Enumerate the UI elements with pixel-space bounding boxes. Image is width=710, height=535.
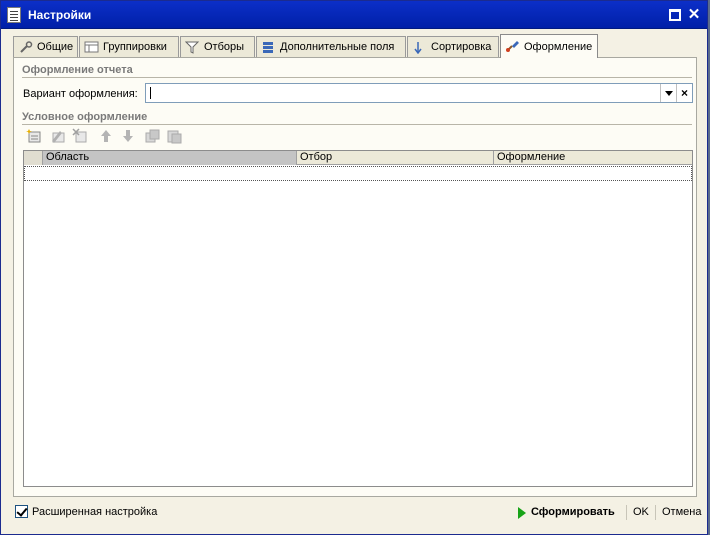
filter-icon [184,41,201,54]
conditional-appearance-title: Условное оформление [22,111,148,123]
move-up-icon[interactable] [98,128,114,144]
sort-icon [412,41,428,54]
title-bar[interactable]: Настройки ✕ [1,1,707,29]
tab-filters[interactable]: Отборы [180,36,255,57]
settings-document-icon [7,7,21,23]
close-icon[interactable]: ✕ [687,7,701,22]
section-divider [22,77,692,78]
footer-bar: Расширенная настройка Сформировать OK От… [1,501,707,523]
report-appearance-title: Оформление отчета [22,64,133,76]
column-header-filter[interactable]: Отбор [297,151,494,165]
variant-combobox[interactable]: × [145,83,693,103]
section-divider [22,124,692,125]
footer-separator [655,505,656,520]
delete-icon[interactable] [72,128,88,144]
paste-icon[interactable] [166,128,182,144]
table-header: Область Отбор Оформление [24,151,692,165]
fields-icon [261,41,277,54]
window-title: Настройки [28,8,92,22]
tab-groupings[interactable]: Группировки [79,36,179,57]
groupings-icon [84,41,100,54]
add-icon[interactable] [26,128,42,144]
edit-icon[interactable] [50,128,66,144]
wrench-icon [18,40,34,54]
conditional-appearance-table[interactable]: Область Отбор Оформление [23,150,693,487]
advanced-settings-label[interactable]: Расширенная настройка [32,506,157,518]
tab-additional-fields[interactable]: Дополнительные поля [256,36,406,57]
tab-strip: Общие Группировки Отборы Дополнительные … [13,34,693,58]
column-header-appearance[interactable]: Оформление [494,151,692,165]
settings-window: Настройки ✕ Общие Группировки Отборы Доп… [0,0,708,535]
play-icon[interactable] [518,507,526,519]
advanced-settings-checkbox[interactable] [15,505,28,518]
variant-label: Вариант оформления: [23,88,138,100]
copy-icon[interactable] [144,128,160,144]
clear-icon[interactable]: × [676,84,692,102]
paint-brush-icon [505,40,521,53]
tab-appearance[interactable]: Оформление [500,34,598,58]
row-marker-header [24,151,43,165]
generate-button[interactable]: Сформировать [531,506,615,518]
tab-general[interactable]: Общие [13,36,78,57]
conditional-toolbar [26,128,226,146]
ok-button[interactable]: OK [633,506,649,518]
footer-separator [626,505,627,520]
column-header-area[interactable]: Область [43,151,297,165]
maximize-icon[interactable] [669,9,681,21]
appearance-panel: Оформление отчета Вариант оформления: × … [13,57,697,497]
move-down-icon[interactable] [120,128,136,144]
table-row[interactable] [24,166,692,181]
cancel-button[interactable]: Отмена [662,506,701,518]
tab-sorting[interactable]: Сортировка [407,36,499,57]
chevron-down-icon[interactable] [660,84,676,102]
text-caret [150,87,151,99]
